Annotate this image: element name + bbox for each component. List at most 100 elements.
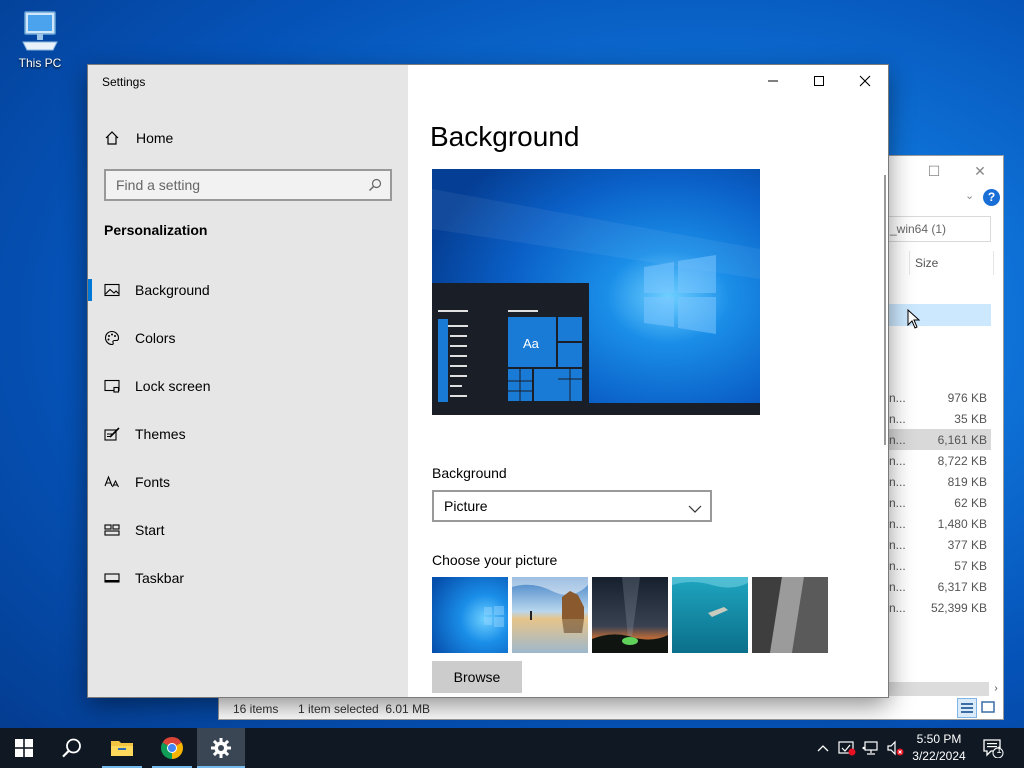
volume-tray-button[interactable]	[884, 728, 906, 768]
status-item-count: 16 items	[233, 702, 279, 716]
clock-time: 5:50 PM	[916, 732, 962, 746]
file-row[interactable]: n... 1,480 KB	[889, 513, 991, 534]
desktop-preview: Aa	[432, 169, 760, 415]
security-warning-icon	[838, 741, 856, 756]
taskbar-clock[interactable]: 5:50 PM 3/22/2024	[906, 731, 972, 765]
desktop-icon-this-pc[interactable]: This PC	[14, 8, 66, 70]
file-name-cell: n...	[889, 496, 906, 510]
vertical-scrollbar[interactable]	[884, 175, 886, 445]
show-hidden-icons-button[interactable]	[814, 728, 832, 768]
file-size-cell: 6,161 KB	[937, 433, 987, 447]
file-list: n... 976 KB n... 35 KB n... 6,161 KB n... 8,722…	[889, 387, 991, 618]
background-field-label: Background	[432, 465, 507, 481]
background-type-dropdown[interactable]: Picture	[432, 490, 712, 522]
security-tray-button[interactable]	[836, 728, 858, 768]
file-row[interactable]: n... 8,722 KB	[889, 450, 991, 471]
file-name-cell: n...	[889, 580, 906, 594]
nav-item-label: Taskbar	[135, 570, 185, 586]
action-center-button[interactable]: 1	[978, 728, 1008, 768]
file-size-cell: 52,399 KB	[930, 601, 987, 615]
picture-thumbnail-rock[interactable]	[752, 577, 828, 653]
desktop-icon-label: This PC	[18, 56, 62, 70]
notification-count: 1	[996, 745, 1002, 755]
chrome-icon	[161, 737, 183, 759]
maximize-button[interactable]	[796, 65, 842, 97]
taskbar-settings[interactable]	[197, 728, 245, 768]
picture-thumbnail-underwater[interactable]	[672, 577, 748, 653]
computer-icon	[22, 11, 58, 51]
scroll-right-icon[interactable]: ›	[989, 682, 1003, 696]
file-row[interactable]: n... 6,161 KB	[889, 429, 991, 450]
home-icon	[104, 130, 136, 146]
page-title: Background	[430, 121, 580, 152]
nav-item-label: Fonts	[135, 474, 171, 490]
themes-icon	[104, 426, 135, 442]
column-divider	[909, 251, 910, 275]
nav-home-label: Home	[136, 130, 174, 146]
file-row[interactable]: n... 57 KB	[889, 555, 991, 576]
file-row[interactable]: n... 35 KB	[889, 408, 991, 429]
nav-item-background[interactable]: Background	[88, 270, 408, 310]
file-row[interactable]: n... 52,399 KB	[889, 597, 991, 618]
file-size-cell: 819 KB	[947, 475, 987, 489]
file-row[interactable]: n... 976 KB	[889, 387, 991, 408]
explorer-close-button[interactable]: ✕	[957, 160, 1003, 182]
nav-item-taskbar[interactable]: Taskbar	[88, 558, 408, 598]
picture-thumbnail-windows-blue[interactable]	[432, 577, 508, 653]
file-explorer-icon	[111, 741, 133, 756]
column-header-size[interactable]: Size	[915, 256, 938, 270]
nav-item-fonts[interactable]: Fonts	[88, 462, 408, 502]
file-size-cell: 57 KB	[954, 559, 987, 573]
file-row[interactable]: n... 62 KB	[889, 492, 991, 513]
find-setting-search[interactable]: Find a setting	[104, 169, 392, 201]
picture-thumbnail-beach[interactable]	[512, 577, 588, 653]
taskbar-chrome[interactable]	[148, 728, 196, 768]
mouse-cursor-icon	[907, 309, 921, 329]
file-row[interactable]: n... 819 KB	[889, 471, 991, 492]
file-name-cell: n...	[889, 454, 906, 468]
search-placeholder: Find a setting	[116, 177, 201, 193]
settings-content: Background Aa Background Picture Choose …	[408, 65, 888, 697]
explorer-maximize-button[interactable]: ☐	[911, 160, 957, 182]
selected-folder-row[interactable]	[889, 304, 991, 326]
file-size-cell: 8,722 KB	[937, 454, 987, 468]
chevron-down-icon	[688, 501, 702, 519]
taskbar-file-explorer[interactable]	[98, 728, 146, 768]
file-row[interactable]: n... 377 KB	[889, 534, 991, 555]
file-name-cell: n...	[889, 601, 906, 615]
search-icon	[62, 738, 81, 758]
file-name-cell: n...	[889, 433, 906, 447]
file-size-cell: 62 KB	[954, 496, 987, 510]
close-icon	[859, 75, 871, 87]
file-row[interactable]: n... 6,317 KB	[889, 576, 991, 597]
clock-date: 3/22/2024	[912, 749, 966, 763]
details-view-button[interactable]	[957, 698, 977, 718]
horizontal-scrollbar[interactable]	[889, 682, 989, 696]
settings-window[interactable]: Settings Home Find a setting Personaliza…	[88, 65, 888, 697]
nav-item-lock-screen[interactable]: Lock screen	[88, 366, 408, 406]
file-size-cell: 1,480 KB	[937, 517, 987, 531]
nav-item-themes[interactable]: Themes	[88, 414, 408, 454]
start-button[interactable]	[0, 728, 48, 768]
network-tray-button[interactable]	[860, 728, 882, 768]
chevron-down-icon[interactable]: ⌄	[965, 189, 974, 202]
search-icon[interactable]	[368, 178, 382, 197]
nav-item-start[interactable]: Start	[88, 510, 408, 550]
minimize-button[interactable]	[750, 65, 796, 97]
volume-muted-icon	[887, 740, 904, 756]
nav-home[interactable]: Home	[104, 127, 173, 149]
close-button[interactable]	[842, 65, 888, 97]
preview-sample-text: Aa	[523, 336, 539, 351]
browse-button[interactable]: Browse	[432, 661, 522, 693]
start-icon	[104, 522, 135, 538]
large-icons-view-button[interactable]	[979, 698, 999, 718]
nav-item-colors[interactable]: Colors	[88, 318, 408, 358]
nav-item-label: Themes	[135, 426, 186, 442]
taskbar-search-button[interactable]	[48, 728, 96, 768]
palette-icon	[104, 330, 135, 346]
help-icon[interactable]: ?	[983, 189, 1000, 206]
choose-picture-label: Choose your picture	[432, 552, 558, 568]
picture-thumbnail-night-sky[interactable]	[592, 577, 668, 653]
file-name-cell: n...	[889, 475, 906, 489]
taskbar: 5:50 PM 3/22/2024 1	[0, 728, 1024, 768]
